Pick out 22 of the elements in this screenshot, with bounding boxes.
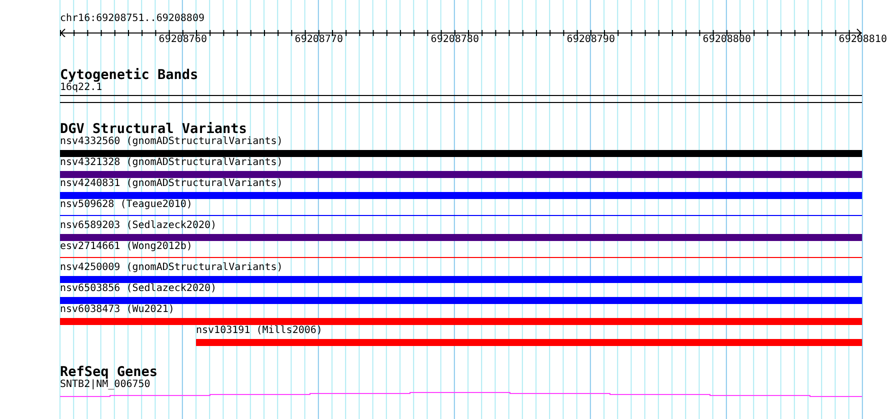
variant-label: nsv4240831 (gnomADStructuralVariants) <box>60 178 284 190</box>
variant-label: nsv4250009 (gnomADStructuralVariants) <box>60 262 284 274</box>
variant-label: nsv4321328 (gnomADStructuralVariants) <box>60 157 284 169</box>
variant-label: nsv509628 (Teague2010) <box>60 199 194 211</box>
tick-label: 69208790 <box>566 34 615 46</box>
tick-label: 69208760 <box>158 34 207 46</box>
variant-label: nsv6038473 (Wu2021) <box>60 304 176 316</box>
track-title: RefSeq Genes <box>60 366 159 379</box>
track-title: DGV Structural Variants <box>60 123 247 136</box>
variant-label: nsv103191 (Mills2006) <box>196 325 324 337</box>
tick-label: 69208780 <box>430 34 479 46</box>
tick-label: 69208770 <box>294 34 343 46</box>
gene-label: SNTB2|NM_006750 <box>60 379 152 391</box>
variant-label: nsv6589203 (Sedlazeck2020) <box>60 220 218 232</box>
band-label: 16q22.1 <box>60 82 104 94</box>
variant-label: nsv4332560 (gnomADStructuralVariants) <box>60 136 284 148</box>
variant-label: nsv6503856 (Sedlazeck2020) <box>60 283 218 295</box>
range-label: chr16:69208751..69208809 <box>60 13 206 25</box>
track-title: Cytogenetic Bands <box>60 69 200 82</box>
tick-label: 69208800 <box>702 34 751 46</box>
variant-label: esv2714661 (Wong2012b) <box>60 241 194 253</box>
tick-label: 69208810 <box>838 34 887 46</box>
